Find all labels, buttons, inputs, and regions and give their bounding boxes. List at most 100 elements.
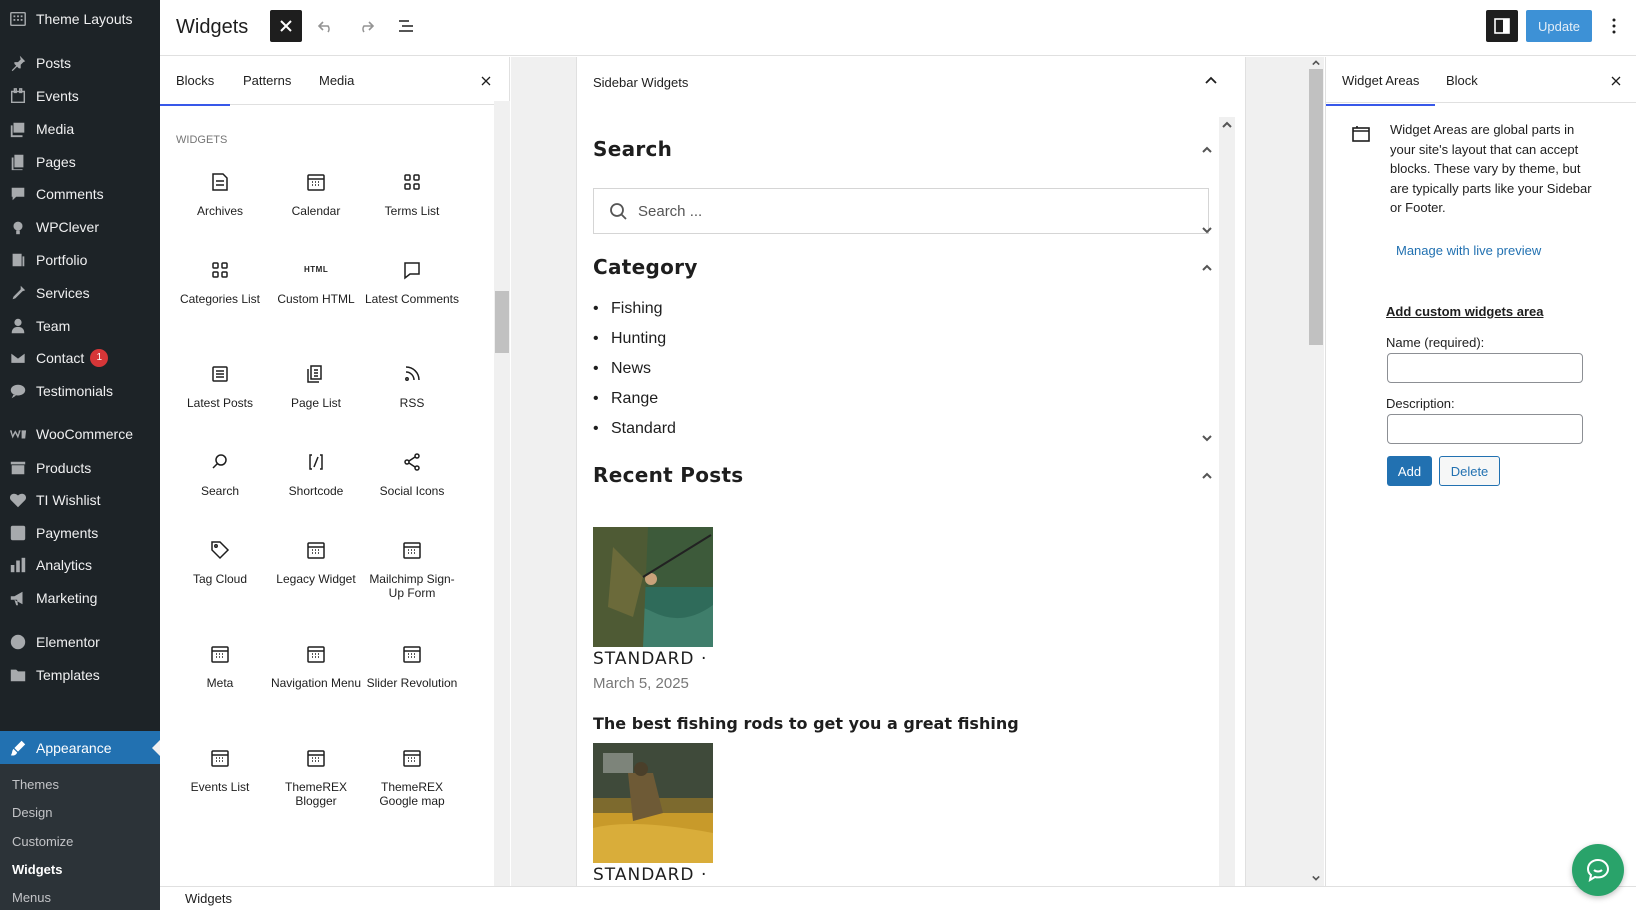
submenu-customize[interactable]: Customize [12, 834, 73, 849]
search-widget-scrollbar[interactable] [1199, 139, 1215, 239]
undo-button[interactable] [310, 10, 342, 42]
block-item-rss[interactable]: RSS [362, 362, 462, 410]
menu-item-comments[interactable]: Comments [0, 177, 160, 211]
breadcrumb[interactable]: Widgets [185, 891, 232, 906]
block-item-themerex-blogger[interactable]: ThemeREX Blogger [266, 746, 366, 808]
menu-item-theme-layouts[interactable]: Theme Layouts [0, 2, 160, 36]
block-item-slider-revolution[interactable]: Slider Revolution [362, 642, 462, 690]
admin-menu: Theme Layouts Posts Events Media Pages C… [0, 0, 160, 910]
menu-item-wpclever[interactable]: WPClever [0, 210, 160, 244]
description-input[interactable] [1387, 414, 1583, 444]
category-item[interactable]: News [593, 360, 651, 378]
category-item[interactable]: Hunting [593, 330, 666, 348]
woocommerce-icon [8, 424, 28, 444]
redo-button[interactable] [350, 10, 382, 42]
menu-item-contact[interactable]: Contact 1 [0, 341, 160, 375]
menu-item-ti-wishlist[interactable]: TI Wishlist [0, 483, 160, 517]
block-item-legacy-widget[interactable]: Legacy Widget [266, 538, 366, 586]
update-button[interactable]: Update [1526, 10, 1592, 42]
chevron-up-icon[interactable] [1199, 69, 1223, 93]
menu-item-payments[interactable]: Payments [0, 516, 160, 550]
submenu-design[interactable]: Design [12, 805, 52, 820]
category-item[interactable]: Range [593, 390, 658, 408]
close-icon [481, 76, 491, 86]
canvas-scrollbar[interactable] [1308, 57, 1324, 886]
calendar-icon [304, 170, 328, 194]
block-item-custom-html[interactable]: HTML Custom HTML [266, 258, 366, 306]
search-input[interactable]: Search ... [593, 188, 1209, 234]
tab-media[interactable]: Media [303, 57, 370, 105]
redo-icon [362, 21, 375, 33]
add-button[interactable]: Add [1387, 456, 1432, 486]
block-item-categories-list[interactable]: Categories List [170, 258, 270, 306]
recent-posts-scrollbar[interactable] [1199, 465, 1215, 885]
block-item-navigation-menu[interactable]: Navigation Menu [266, 642, 366, 690]
sidebar-widgets-area[interactable]: Sidebar Widgets Search Search ... Catego… [576, 57, 1246, 886]
block-item-meta[interactable]: Meta [170, 642, 270, 690]
recent-posts-widget-title: Recent Posts [593, 463, 744, 487]
menu-label: Pages [36, 154, 76, 170]
post-thumbnail-fishing[interactable] [593, 527, 713, 647]
menu-item-templates[interactable]: Templates [0, 658, 160, 692]
category-item[interactable]: Fishing [593, 300, 663, 318]
inserter-scrollbar[interactable] [494, 101, 510, 886]
name-input[interactable] [1387, 353, 1583, 383]
menu-item-elementor[interactable]: Elementor [0, 625, 160, 659]
menu-item-media[interactable]: Media [0, 112, 160, 146]
block-item-page-list[interactable]: Page List [266, 362, 366, 410]
menu-item-events[interactable]: Events [0, 79, 160, 113]
tab-block[interactable]: Block [1430, 57, 1494, 105]
submenu-themes[interactable]: Themes [12, 777, 59, 792]
block-item-shortcode[interactable]: Shortcode [266, 450, 366, 498]
block-item-calendar[interactable]: Calendar [266, 170, 366, 218]
menu-item-appearance[interactable]: Appearance [0, 731, 160, 765]
shortcode-icon [304, 450, 328, 474]
submenu-menus[interactable]: Menus [12, 890, 51, 905]
scrollbar-thumb[interactable] [1309, 69, 1323, 345]
submenu-widgets[interactable]: Widgets [12, 862, 62, 877]
settings-close-button[interactable] [1606, 71, 1626, 91]
block-item-tag-cloud[interactable]: Tag Cloud [170, 538, 270, 586]
inserter-close-button[interactable] [476, 71, 496, 91]
chat-support-button[interactable] [1572, 844, 1624, 896]
more-options-button[interactable] [1598, 10, 1630, 42]
widget-area-title[interactable]: Sidebar Widgets [593, 75, 688, 90]
delete-button[interactable]: Delete [1439, 456, 1500, 486]
post-thumbnail-hunting[interactable] [593, 743, 713, 863]
block-item-mailchimp-sign-up-form[interactable]: Mailchimp Sign-Up Form [362, 538, 462, 600]
chat-icon [1586, 858, 1610, 883]
menu-label: Events [36, 88, 79, 104]
block-item-social-icons[interactable]: Social Icons [362, 450, 462, 498]
scrollbar-thumb[interactable] [495, 291, 509, 353]
block-item-archives[interactable]: Archives [170, 170, 270, 218]
post-title-link[interactable]: The best fishing rods to get you a great… [593, 714, 1019, 733]
block-item-themerex-google-map[interactable]: ThemeREX Google map [362, 746, 462, 808]
menu-item-woocommerce[interactable]: WooCommerce [0, 417, 160, 451]
menu-item-testimonials[interactable]: Testimonials [0, 374, 160, 408]
archive-icon [208, 170, 232, 194]
manage-live-preview-link[interactable]: Manage with live preview [1396, 243, 1541, 258]
menu-item-products[interactable]: Products [0, 451, 160, 485]
category-item[interactable]: Standard [593, 420, 676, 438]
menu-item-pages[interactable]: Pages [0, 145, 160, 179]
block-item-search[interactable]: Search [170, 450, 270, 498]
category-widget-scrollbar[interactable] [1199, 257, 1215, 447]
calendar-icon [400, 746, 424, 770]
tab-blocks[interactable]: Blocks [160, 57, 231, 106]
sidebar-area-scrollbar[interactable] [1219, 117, 1235, 886]
tab-widget-areas[interactable]: Widget Areas [1326, 57, 1436, 106]
menu-item-posts[interactable]: Posts [0, 46, 160, 80]
menu-item-portfolio[interactable]: Portfolio [0, 243, 160, 277]
block-item-terms-list[interactable]: Terms List [362, 170, 462, 218]
menu-item-team[interactable]: Team [0, 309, 160, 343]
menu-item-analytics[interactable]: Analytics [0, 548, 160, 582]
block-item-latest-posts[interactable]: Latest Posts [170, 362, 270, 410]
menu-item-marketing[interactable]: Marketing [0, 581, 160, 615]
settings-toggle-button[interactable] [1486, 10, 1518, 42]
block-item-events-list[interactable]: Events List [170, 746, 270, 794]
close-inserter-button[interactable] [270, 10, 302, 42]
block-item-latest-comments[interactable]: Latest Comments [362, 258, 462, 306]
menu-item-services[interactable]: Services [0, 276, 160, 310]
list-view-button[interactable] [390, 10, 422, 42]
tab-patterns[interactable]: Patterns [227, 57, 307, 105]
